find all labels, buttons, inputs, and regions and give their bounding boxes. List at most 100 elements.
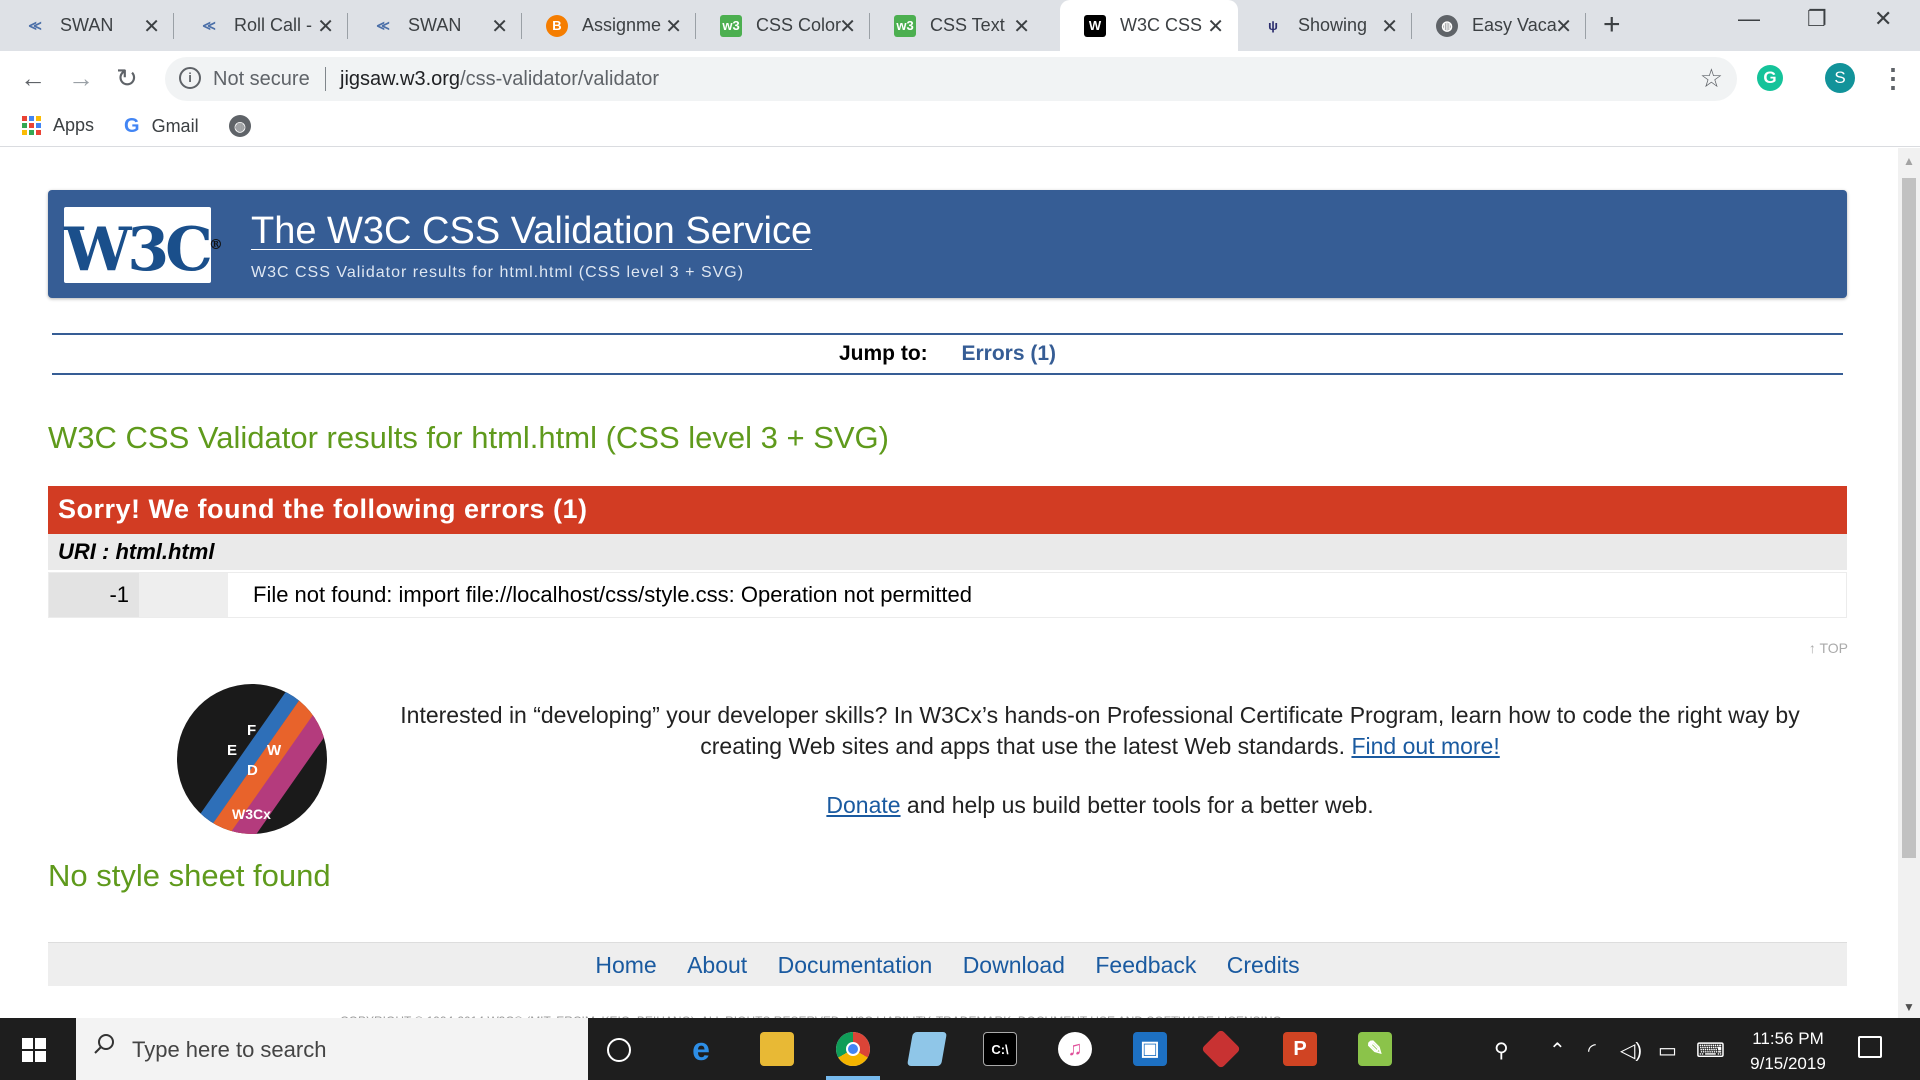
close-icon[interactable]: ✕ — [1381, 14, 1398, 39]
info-icon[interactable]: i — [179, 67, 201, 89]
footer-link-credits[interactable]: Credits — [1227, 952, 1300, 978]
results-heading: W3C CSS Validator results for html.html … — [48, 420, 889, 455]
tab-swan-2[interactable]: ≪ SWAN ✕ — [348, 0, 522, 51]
error-row: -1 File not found: import file://localho… — [48, 572, 1847, 618]
w3cx-front-end-badge[interactable]: F E W D W3Cx — [177, 684, 327, 834]
bookmark-apps[interactable]: Apps — [22, 115, 94, 136]
footer-link-documentation[interactable]: Documentation — [778, 952, 933, 978]
tab-w3c-css[interactable]: W W3C CSS ✕ — [1060, 0, 1238, 51]
bookmark-star-icon[interactable]: ☆ — [1700, 63, 1723, 94]
bookmark-gmail[interactable]: G Gmail — [124, 115, 199, 138]
badge-letter: D — [247, 762, 258, 779]
itunes-icon[interactable]: ♫ — [1058, 1032, 1092, 1066]
badge-letter: F — [247, 722, 257, 739]
edge-icon[interactable]: e — [684, 1032, 718, 1066]
close-icon[interactable]: ✕ — [839, 14, 856, 39]
close-icon[interactable]: ✕ — [491, 14, 508, 39]
people-icon[interactable]: ⚲ — [1494, 1038, 1509, 1063]
vampire-icon: ψ — [1268, 18, 1278, 33]
taskbar-search[interactable]: Type here to search — [76, 1018, 588, 1080]
start-button[interactable] — [22, 1038, 46, 1062]
validator-banner: W3C® The W3C CSS Validation Service W3C … — [48, 190, 1847, 298]
system-clock[interactable]: 11:56 PM 9/15/2019 — [1738, 1026, 1838, 1076]
find-out-more-link[interactable]: Find out more! — [1351, 733, 1499, 759]
tab-css-text[interactable]: w3 CSS Text ✕ — [870, 0, 1044, 51]
profile-avatar[interactable]: S — [1825, 63, 1855, 93]
tab-showing[interactable]: ψ Showing ✕ — [1238, 0, 1412, 51]
bookmark-label: Gmail — [151, 116, 199, 136]
tab-css-color[interactable]: w3 CSS Color ✕ — [696, 0, 870, 51]
file-explorer-icon[interactable] — [760, 1032, 794, 1066]
tab-roll-call[interactable]: ≪ Roll Call - ✕ — [174, 0, 348, 51]
url-text[interactable]: jigsaw.w3.org/css-validator/validator — [340, 68, 659, 91]
url-path: /css-validator/validator — [460, 68, 660, 90]
menu-kebab-icon[interactable]: ⋮ — [1880, 63, 1906, 94]
donate-link[interactable]: Donate — [826, 792, 900, 818]
battery-icon[interactable]: ▭ — [1658, 1038, 1677, 1063]
task-view-icon[interactable] — [607, 1038, 631, 1062]
page-title[interactable]: The W3C CSS Validation Service — [251, 210, 812, 253]
sourcetree-icon[interactable]: ▣ — [1133, 1032, 1167, 1066]
close-window-button[interactable]: ✕ — [1874, 6, 1892, 32]
powerpoint-icon[interactable]: P — [1283, 1032, 1317, 1066]
footer-link-download[interactable]: Download — [963, 952, 1065, 978]
footer-link-about[interactable]: About — [687, 952, 747, 978]
notepadpp-icon[interactable]: ✎ — [1358, 1032, 1392, 1066]
tab-assignment[interactable]: B Assignme ✕ — [522, 0, 696, 51]
tab-label: SWAN — [60, 15, 114, 35]
scrollbar-thumb[interactable] — [1902, 178, 1916, 858]
scroll-down-icon[interactable]: ▼ — [1903, 1000, 1915, 1014]
grammarly-extension-icon[interactable]: G — [1757, 65, 1783, 91]
bookmark-label: Apps — [53, 115, 95, 135]
keyboard-icon[interactable]: ⌨ — [1696, 1038, 1725, 1063]
w3c-logo[interactable]: W3C® — [64, 207, 223, 285]
footer-nav: Home About Documentation Download Feedba… — [48, 942, 1847, 986]
blogger-icon: B — [546, 14, 568, 37]
back-to-top-link[interactable]: ↑ TOP — [1809, 640, 1848, 656]
tab-strip: ≪ SWAN ✕ ≪ Roll Call - ✕ ≪ SWAN ✕ B Assi… — [0, 0, 1920, 51]
notepad-icon[interactable] — [907, 1032, 947, 1066]
forward-button[interactable]: → — [68, 63, 94, 94]
swan-icon: ≪ — [376, 17, 390, 33]
wifi-icon[interactable]: ◜ — [1588, 1038, 1596, 1063]
close-icon[interactable]: ✕ — [1013, 14, 1030, 39]
reload-button[interactable]: ↻ — [116, 63, 138, 94]
bookmark-globe[interactable]: ◍ — [229, 115, 251, 137]
page-scrollbar[interactable]: ▲ ▼ — [1898, 148, 1920, 1018]
command-prompt-icon[interactable]: C:\ — [983, 1032, 1017, 1066]
w3schools-icon: w3 — [720, 14, 742, 37]
address-bar[interactable]: i Not secure jigsaw.w3.org/css-validator… — [165, 57, 1737, 101]
footer-link-home[interactable]: Home — [595, 952, 656, 978]
action-center-icon[interactable] — [1858, 1036, 1882, 1058]
back-button[interactable]: ← — [20, 63, 46, 94]
error-line-number: -1 — [49, 573, 139, 617]
close-icon[interactable]: ✕ — [1207, 14, 1224, 39]
no-stylesheet-heading: No style sheet found — [48, 858, 331, 893]
tab-swan-1[interactable]: ≪ SWAN ✕ — [0, 0, 174, 51]
security-label[interactable]: Not secure — [213, 68, 310, 91]
windows-taskbar: Type here to search e C:\ ♫ ▣ P ✎ ⚲ ⌃ ◜ … — [0, 1018, 1920, 1080]
bookmarks-bar: Apps G Gmail ◍ — [0, 107, 1920, 147]
jump-to-label: Jump to: — [838, 342, 928, 365]
new-tab-button[interactable]: + — [1603, 8, 1621, 42]
chrome-icon[interactable] — [836, 1032, 870, 1066]
search-icon — [94, 1034, 114, 1054]
close-icon[interactable]: ✕ — [1555, 14, 1572, 39]
page-viewport: W3C® The W3C CSS Validation Service W3C … — [0, 148, 1898, 1018]
restore-button[interactable]: ❐ — [1807, 6, 1827, 32]
promo-text: Interested in “developing” your develope… — [400, 702, 1800, 759]
close-icon[interactable]: ✕ — [317, 14, 334, 39]
tab-label: CSS Color — [756, 15, 842, 35]
jump-errors-link[interactable]: Errors (1) — [961, 342, 1056, 365]
close-icon[interactable]: ✕ — [143, 14, 160, 39]
swan-icon: ≪ — [202, 17, 216, 33]
scroll-up-icon[interactable]: ▲ — [1903, 154, 1915, 168]
volume-icon[interactable]: ◁) — [1620, 1038, 1642, 1063]
show-hidden-icons-chevron-icon[interactable]: ⌃ — [1549, 1038, 1566, 1063]
close-icon[interactable]: ✕ — [665, 14, 682, 39]
minimize-button[interactable]: — — [1738, 6, 1760, 32]
mail-app-icon[interactable] — [1201, 1029, 1241, 1069]
tab-easy-vacation[interactable]: ◍ Easy Vaca ✕ — [1412, 0, 1586, 51]
w3c-icon: W — [1084, 14, 1106, 37]
footer-link-feedback[interactable]: Feedback — [1095, 952, 1196, 978]
